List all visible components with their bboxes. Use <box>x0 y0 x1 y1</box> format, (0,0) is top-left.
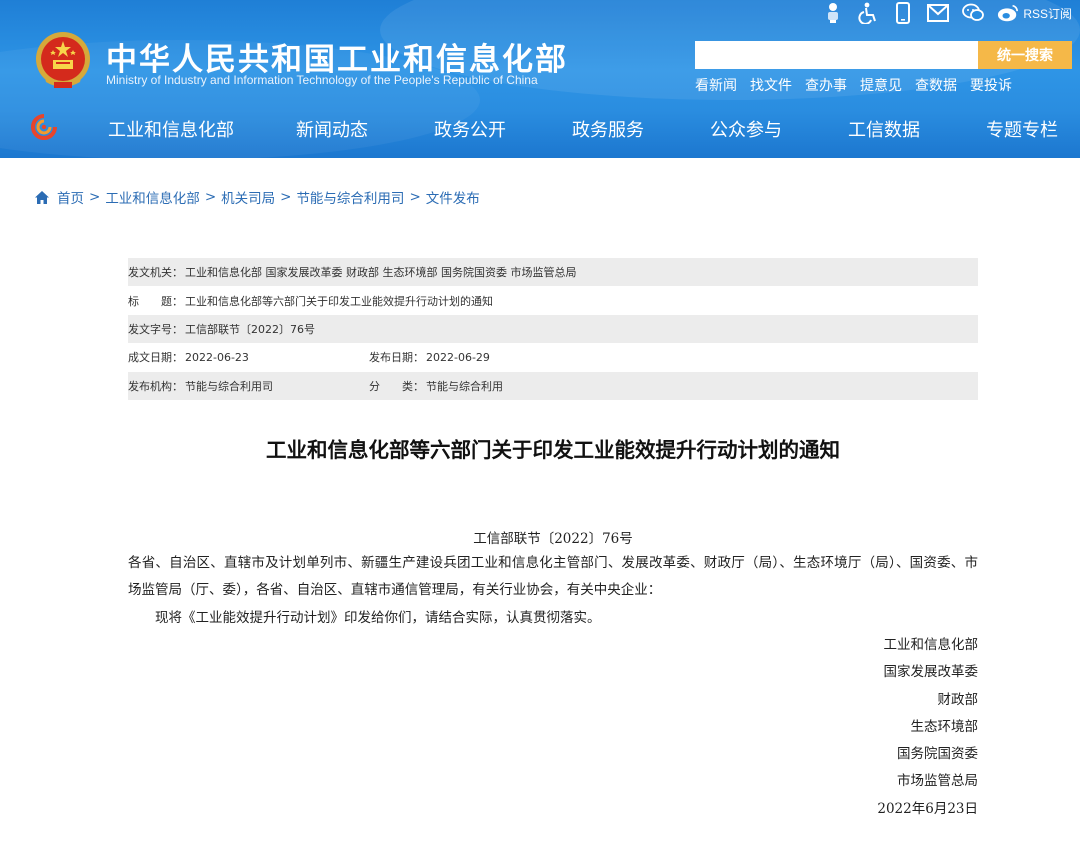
meta-value: 2022-06-23 <box>185 350 249 364</box>
meta-label: 标 题： <box>128 294 183 308</box>
nav-item-public-participation[interactable]: 公众参与 <box>710 116 782 142</box>
signature-line: 财政部 <box>937 691 979 708</box>
breadcrumb: 首页 > 工业和信息化部 > 机关司局 > 节能与综合利用司 > 文件发布 <box>34 187 480 207</box>
signature-line: 生态环境部 <box>910 718 979 735</box>
meta-label: 发文字号： <box>128 322 183 336</box>
signature-line: 国务院国资委 <box>897 746 978 763</box>
nav-item-data[interactable]: 工信数据 <box>848 116 920 142</box>
signature-line: 工业和信息化部 <box>883 637 979 653</box>
search-button[interactable]: 统一搜索 <box>978 41 1072 69</box>
meta-value: 节能与综合利用司 <box>185 379 273 393</box>
wechat-icon[interactable] <box>962 2 985 24</box>
meta-label: 发文机关： <box>128 266 183 280</box>
mobile-icon[interactable] <box>892 2 914 24</box>
breadcrumb-energy-dept[interactable]: 节能与综合利用司 <box>296 187 404 207</box>
rss-link[interactable]: RSS订阅 <box>1023 5 1072 22</box>
quick-links: 看新闻 找文件 查办事 提意见 查数据 要投诉 <box>695 75 1025 95</box>
accessibility-icon[interactable] <box>857 2 879 24</box>
site-subtitle: Ministry of Industry and Information Tec… <box>106 73 538 87</box>
meta-value: 2022-06-29 <box>426 350 490 364</box>
meta-row-agency: 发布机构： 节能与综合利用司 分 类： 节能与综合利用 <box>128 371 978 400</box>
document-meta-table: 发文机关： 工业和信息化部 国家发展改革委 财政部 生态环境部 国务院国资委 市… <box>128 258 978 400</box>
top-utility-bar: RSS订阅 <box>809 0 1072 26</box>
breadcrumb-miit[interactable]: 工业和信息化部 <box>105 187 200 207</box>
nav-item-news[interactable]: 新闻动态 <box>296 116 368 142</box>
weibo-icon[interactable] <box>997 2 1019 24</box>
meta-value: 工业和信息化部 国家发展改革委 财政部 生态环境部 国务院国资委 市场监管总局 <box>185 266 577 280</box>
national-emblem-icon[interactable] <box>34 30 92 92</box>
quick-link-data[interactable]: 查数据 <box>915 75 957 95</box>
signature-line: 市场监管总局 <box>897 773 978 790</box>
home-icon[interactable] <box>34 190 50 205</box>
nav-item-topics[interactable]: 专题专栏 <box>986 116 1058 142</box>
site-header: 中华人民共和国工业和信息化部 Ministry of Industry and … <box>0 0 1080 158</box>
quick-link-services[interactable]: 查办事 <box>805 75 847 95</box>
signature-date: 2022年6月23日 <box>877 800 978 817</box>
search-input[interactable] <box>695 41 978 69</box>
quick-link-feedback[interactable]: 提意见 <box>860 75 902 95</box>
nav-item-miit[interactable]: 工业和信息化部 <box>108 116 234 142</box>
quick-link-files[interactable]: 找文件 <box>750 75 792 95</box>
meta-row-dates: 成文日期： 2022-06-23 发布日期： 2022-06-29 <box>128 343 978 371</box>
meta-label: 分 类： <box>369 379 424 393</box>
meta-value: 工信部联节〔2022〕76号 <box>185 322 315 336</box>
meta-value: 节能与综合利用 <box>426 379 503 393</box>
meta-label: 发布机构： <box>128 379 183 393</box>
main-nav: 工业和信息化部 新闻动态 政务公开 政务服务 公众参与 工信数据 专题专栏 <box>0 112 1080 144</box>
meta-label: 发布日期： <box>369 351 424 365</box>
mail-icon[interactable] <box>927 2 950 24</box>
meta-row-issuer: 发文机关： 工业和信息化部 国家发展改革委 财政部 生态环境部 国务院国资委 市… <box>128 258 978 287</box>
signature-line: 国家发展改革委 <box>883 664 979 681</box>
breadcrumb-separator: > <box>280 189 292 205</box>
article-title: 工业和信息化部等六部门关于印发工业能效提升行动计划的通知 <box>266 438 840 462</box>
article-paragraph: 各省、自治区、直辖市及计划单列市、新疆生产建设兵团工业和信息化主管部门、发展改革… <box>128 555 978 599</box>
breadcrumb-home[interactable]: 首页 <box>57 187 84 207</box>
nav-item-gov-services[interactable]: 政务服务 <box>572 116 644 142</box>
nav-item-gov-affairs[interactable]: 政务公开 <box>434 116 506 142</box>
quick-link-news[interactable]: 看新闻 <box>695 75 737 95</box>
quick-link-complaint[interactable]: 要投诉 <box>970 75 1012 95</box>
robot-icon[interactable] <box>822 2 844 24</box>
article-paragraph: 现将《工业能效提升行动计划》印发给你们，请结合实际，认真贯彻落实。 <box>155 610 601 626</box>
meta-row-docno: 发文字号： 工信部联节〔2022〕76号 <box>128 314 978 344</box>
meta-label: 成文日期： <box>128 351 183 365</box>
meta-row-title: 标 题： 工业和信息化部等六部门关于印发工业能效提升行动计划的通知 <box>128 286 978 314</box>
article-doc-number: 工信部联节〔2022〕76号 <box>473 531 633 547</box>
breadcrumb-departments[interactable]: 机关司局 <box>221 187 275 207</box>
breadcrumb-separator: > <box>409 189 421 205</box>
breadcrumb-separator: > <box>204 189 217 205</box>
breadcrumb-separator: > <box>89 189 101 205</box>
breadcrumb-file-release[interactable]: 文件发布 <box>426 187 480 207</box>
article-signatures: 工业和信息化部 国家发展改革委 财政部 生态环境部 国务院国资委 市场监管总局 … <box>877 632 978 823</box>
meta-value: 工业和信息化部等六部门关于印发工业能效提升行动计划的通知 <box>185 294 493 308</box>
